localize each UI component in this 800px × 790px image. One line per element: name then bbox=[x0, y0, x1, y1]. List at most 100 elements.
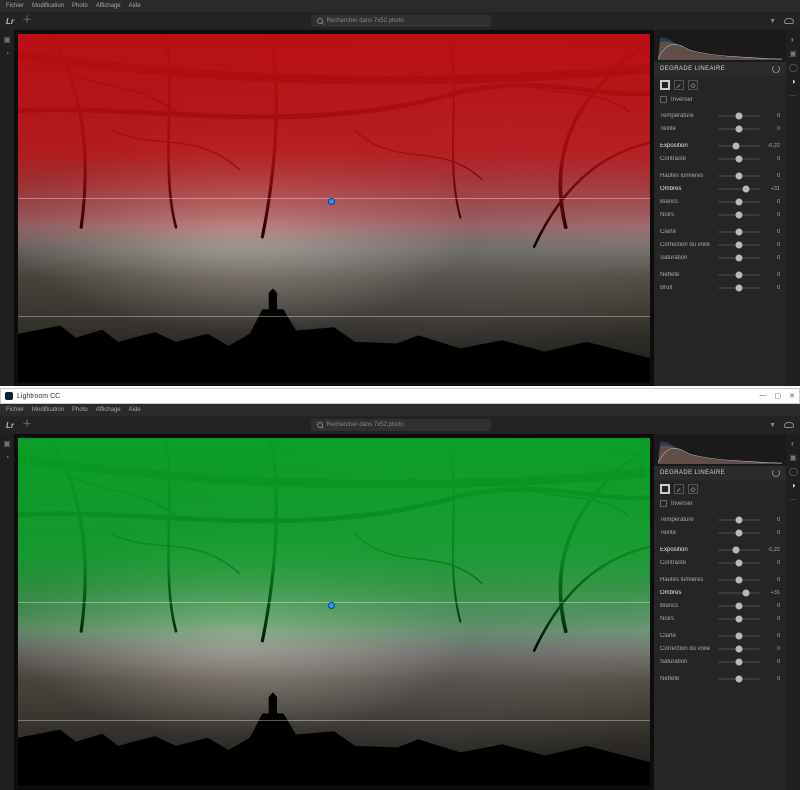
gradient-pin[interactable] bbox=[328, 198, 335, 205]
menu-item[interactable]: Fichier bbox=[6, 3, 24, 9]
slider-track[interactable] bbox=[718, 115, 760, 117]
photo-preview[interactable] bbox=[18, 34, 650, 382]
cloud-sync-icon[interactable] bbox=[784, 422, 794, 428]
photo-preview[interactable] bbox=[18, 438, 650, 786]
search-field[interactable]: Rechercher dans 7x52.photo bbox=[311, 419, 491, 431]
slider-knob[interactable] bbox=[742, 185, 749, 192]
gradient-line-bottom[interactable] bbox=[18, 720, 650, 721]
window-close-icon[interactable]: ✕ bbox=[789, 392, 795, 400]
slider-knob[interactable] bbox=[736, 155, 743, 162]
slider-track[interactable] bbox=[718, 214, 760, 216]
slider-knob[interactable] bbox=[736, 125, 743, 132]
slider-knob[interactable] bbox=[736, 271, 743, 278]
crop-tab-icon[interactable]: ▣ bbox=[789, 454, 797, 462]
slider-knob[interactable] bbox=[736, 198, 743, 205]
menu-item[interactable]: Modification bbox=[32, 3, 64, 9]
brush-icon[interactable] bbox=[674, 80, 684, 90]
gradient-pin[interactable] bbox=[328, 602, 335, 609]
erase-icon[interactable] bbox=[688, 484, 698, 494]
slider-knob[interactable] bbox=[736, 602, 743, 609]
slider-knob[interactable] bbox=[736, 645, 743, 652]
mask-new-icon[interactable] bbox=[660, 484, 670, 494]
add-photo-icon[interactable]: ＋ bbox=[22, 420, 32, 430]
slider-knob[interactable] bbox=[736, 559, 743, 566]
healing-tab-icon[interactable]: ◯ bbox=[789, 64, 797, 72]
slider-knob[interactable] bbox=[736, 112, 743, 119]
slider-track[interactable] bbox=[718, 579, 760, 581]
slider-track[interactable] bbox=[718, 549, 760, 551]
slider-track[interactable] bbox=[718, 287, 760, 289]
menu-item[interactable]: Photo bbox=[72, 407, 88, 413]
histogram[interactable] bbox=[654, 30, 786, 62]
slider-track[interactable] bbox=[718, 257, 760, 259]
cloud-sync-icon[interactable] bbox=[784, 18, 794, 24]
menu-item[interactable]: Aide bbox=[129, 407, 141, 413]
my-photos-icon[interactable]: ▣ bbox=[3, 36, 11, 44]
reset-icon[interactable] bbox=[772, 65, 780, 73]
slider-track[interactable] bbox=[718, 678, 760, 680]
slider-track[interactable] bbox=[718, 158, 760, 160]
shared-icon[interactable]: ◔ bbox=[3, 454, 11, 462]
slider-knob[interactable] bbox=[736, 172, 743, 179]
search-field[interactable]: Rechercher dans 7x52.photo bbox=[311, 15, 491, 27]
shared-icon[interactable]: ◔ bbox=[3, 50, 11, 58]
more-icon[interactable]: ⋯ bbox=[789, 92, 797, 100]
slider-knob[interactable] bbox=[736, 658, 743, 665]
filter-icon[interactable]: ▼ bbox=[769, 18, 776, 25]
slider-knob[interactable] bbox=[733, 142, 740, 149]
menu-item[interactable]: Aide bbox=[129, 3, 141, 9]
slider-track[interactable] bbox=[718, 661, 760, 663]
slider-knob[interactable] bbox=[736, 228, 743, 235]
menu-item[interactable]: Fichier bbox=[6, 407, 24, 413]
mask-new-icon[interactable] bbox=[660, 80, 670, 90]
menu-item[interactable]: Affichage bbox=[96, 407, 121, 413]
edit-tab-icon[interactable]: ◐ bbox=[789, 36, 797, 44]
slider-knob[interactable] bbox=[736, 284, 743, 291]
slider-knob[interactable] bbox=[736, 241, 743, 248]
slider-track[interactable] bbox=[718, 244, 760, 246]
menu-item[interactable]: Affichage bbox=[96, 3, 121, 9]
slider-knob[interactable] bbox=[733, 546, 740, 553]
slider-knob[interactable] bbox=[736, 529, 743, 536]
slider-track[interactable] bbox=[718, 274, 760, 276]
masking-tab-icon[interactable]: ◑ bbox=[789, 78, 797, 86]
slider-track[interactable] bbox=[718, 188, 760, 190]
menu-item[interactable]: Modification bbox=[32, 407, 64, 413]
image-stage[interactable] bbox=[14, 434, 654, 790]
slider-knob[interactable] bbox=[736, 254, 743, 261]
image-stage[interactable] bbox=[14, 30, 654, 386]
slider-track[interactable] bbox=[718, 231, 760, 233]
crop-tab-icon[interactable]: ▣ bbox=[789, 50, 797, 58]
window-maximize-icon[interactable]: ▢ bbox=[775, 392, 782, 400]
slider-track[interactable] bbox=[718, 519, 760, 521]
slider-track[interactable] bbox=[718, 145, 760, 147]
menu-item[interactable]: Photo bbox=[72, 3, 88, 9]
slider-track[interactable] bbox=[718, 592, 760, 594]
slider-track[interactable] bbox=[718, 605, 760, 607]
histogram[interactable] bbox=[654, 434, 786, 466]
slider-knob[interactable] bbox=[736, 632, 743, 639]
brush-icon[interactable] bbox=[674, 484, 684, 494]
healing-tab-icon[interactable]: ◯ bbox=[789, 468, 797, 476]
window-minimize-icon[interactable]: — bbox=[760, 392, 767, 400]
reset-icon[interactable] bbox=[772, 469, 780, 477]
slider-track[interactable] bbox=[718, 175, 760, 177]
slider-knob[interactable] bbox=[742, 589, 749, 596]
filter-icon[interactable]: ▼ bbox=[769, 422, 776, 429]
invert-checkbox[interactable] bbox=[660, 96, 667, 103]
slider-track[interactable] bbox=[718, 201, 760, 203]
slider-track[interactable] bbox=[718, 128, 760, 130]
slider-knob[interactable] bbox=[736, 615, 743, 622]
slider-track[interactable] bbox=[718, 618, 760, 620]
slider-knob[interactable] bbox=[736, 516, 743, 523]
masking-tab-icon[interactable]: ◑ bbox=[789, 482, 797, 490]
add-photo-icon[interactable]: ＋ bbox=[22, 16, 32, 26]
slider-knob[interactable] bbox=[736, 576, 743, 583]
slider-track[interactable] bbox=[718, 635, 760, 637]
gradient-line-bottom[interactable] bbox=[18, 316, 650, 317]
slider-knob[interactable] bbox=[736, 211, 743, 218]
slider-knob[interactable] bbox=[736, 675, 743, 682]
slider-track[interactable] bbox=[718, 532, 760, 534]
slider-track[interactable] bbox=[718, 562, 760, 564]
edit-tab-icon[interactable]: ◐ bbox=[789, 440, 797, 448]
